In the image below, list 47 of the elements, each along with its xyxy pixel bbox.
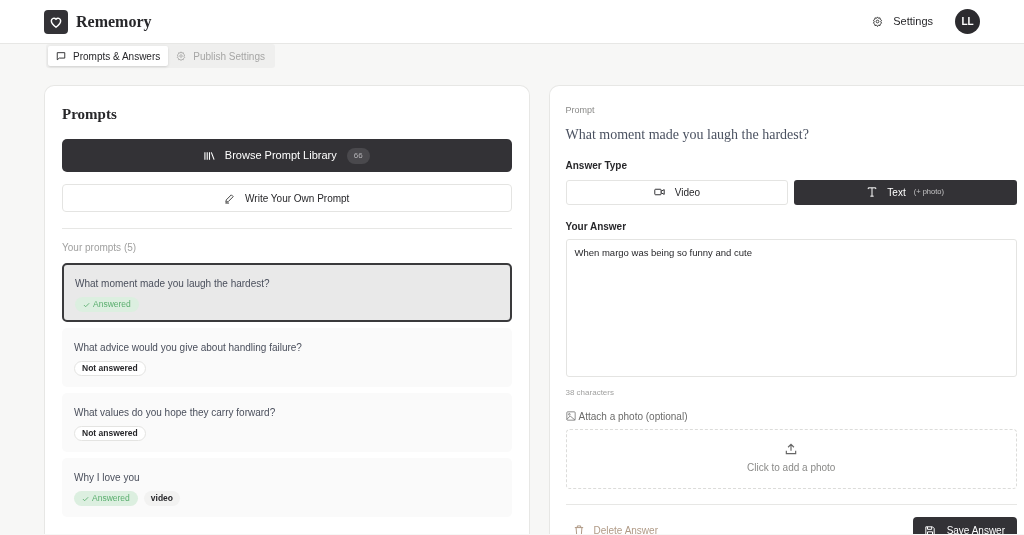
prompt-card[interactable]: Why I love you Answered video (62, 458, 512, 517)
text-icon (867, 187, 878, 197)
character-count: 38 characters (565, 386, 615, 399)
status-badge: Not answered (74, 361, 146, 376)
library-icon (203, 150, 215, 161)
video-icon (653, 188, 665, 196)
settings-link[interactable]: Settings (872, 13, 933, 30)
check-icon (82, 495, 89, 502)
prompt-question: What moment made you laugh the hardest? (565, 125, 810, 144)
field-label: Your Answer (565, 219, 628, 234)
prompt-question: What moment made you laugh the hardest? (75, 277, 271, 291)
prompt-label: Prompt (565, 104, 596, 117)
photo-dropzone[interactable]: Click to add a photo (565, 428, 1017, 489)
app-name: Rememory (76, 11, 152, 33)
list-heading: Your prompts (5) (62, 241, 138, 255)
status-badge: Not answered (74, 426, 146, 441)
prompt-question: Why I love you (74, 471, 141, 485)
dropzone-text: Click to add a photo (747, 461, 836, 475)
chat-icon (56, 51, 66, 61)
check-icon (83, 301, 90, 308)
type-tag: video (143, 491, 180, 506)
status-badge: Answered (75, 297, 139, 312)
field-label: Answer Type (565, 158, 628, 173)
count-badge: 66 (346, 147, 370, 164)
settings-icon (872, 16, 884, 27)
answer-field[interactable]: When margo was being so funny and cute (565, 238, 1017, 377)
logo-icon (44, 9, 68, 34)
status-badge: Answered (74, 491, 138, 506)
upload-icon (784, 442, 799, 456)
save-icon (924, 525, 935, 534)
browse-library-button[interactable]: Browse Prompt Library 66 (62, 139, 512, 172)
panel-title: Prompts (62, 105, 118, 123)
pencil-icon (224, 192, 236, 204)
write-prompt-button[interactable]: Write Your Own Prompt (62, 184, 512, 212)
settings-icon (176, 51, 187, 61)
trash-icon (573, 525, 584, 534)
attach-label: Attach a photo (optional) (578, 409, 688, 424)
save-button[interactable]: Save Answer (912, 516, 1017, 534)
prompt-card[interactable]: What values do you hope they carry forward? Not answered (62, 393, 512, 452)
answer-type-option[interactable]: Video (565, 179, 789, 205)
prompt-question: What values do you hope they carry forward? (74, 406, 277, 420)
prompt-card[interactable]: What moment made you laugh the hardest? Answered (62, 263, 512, 322)
image-icon (565, 411, 576, 421)
prompt-question: What advice would you give about handling failure? (74, 341, 303, 355)
user-avatar[interactable]: LL (955, 9, 980, 34)
tab[interactable]: Prompts & Answers (48, 46, 169, 66)
prompt-card[interactable]: What advice would you give about handling failure? Not answered (62, 328, 512, 387)
